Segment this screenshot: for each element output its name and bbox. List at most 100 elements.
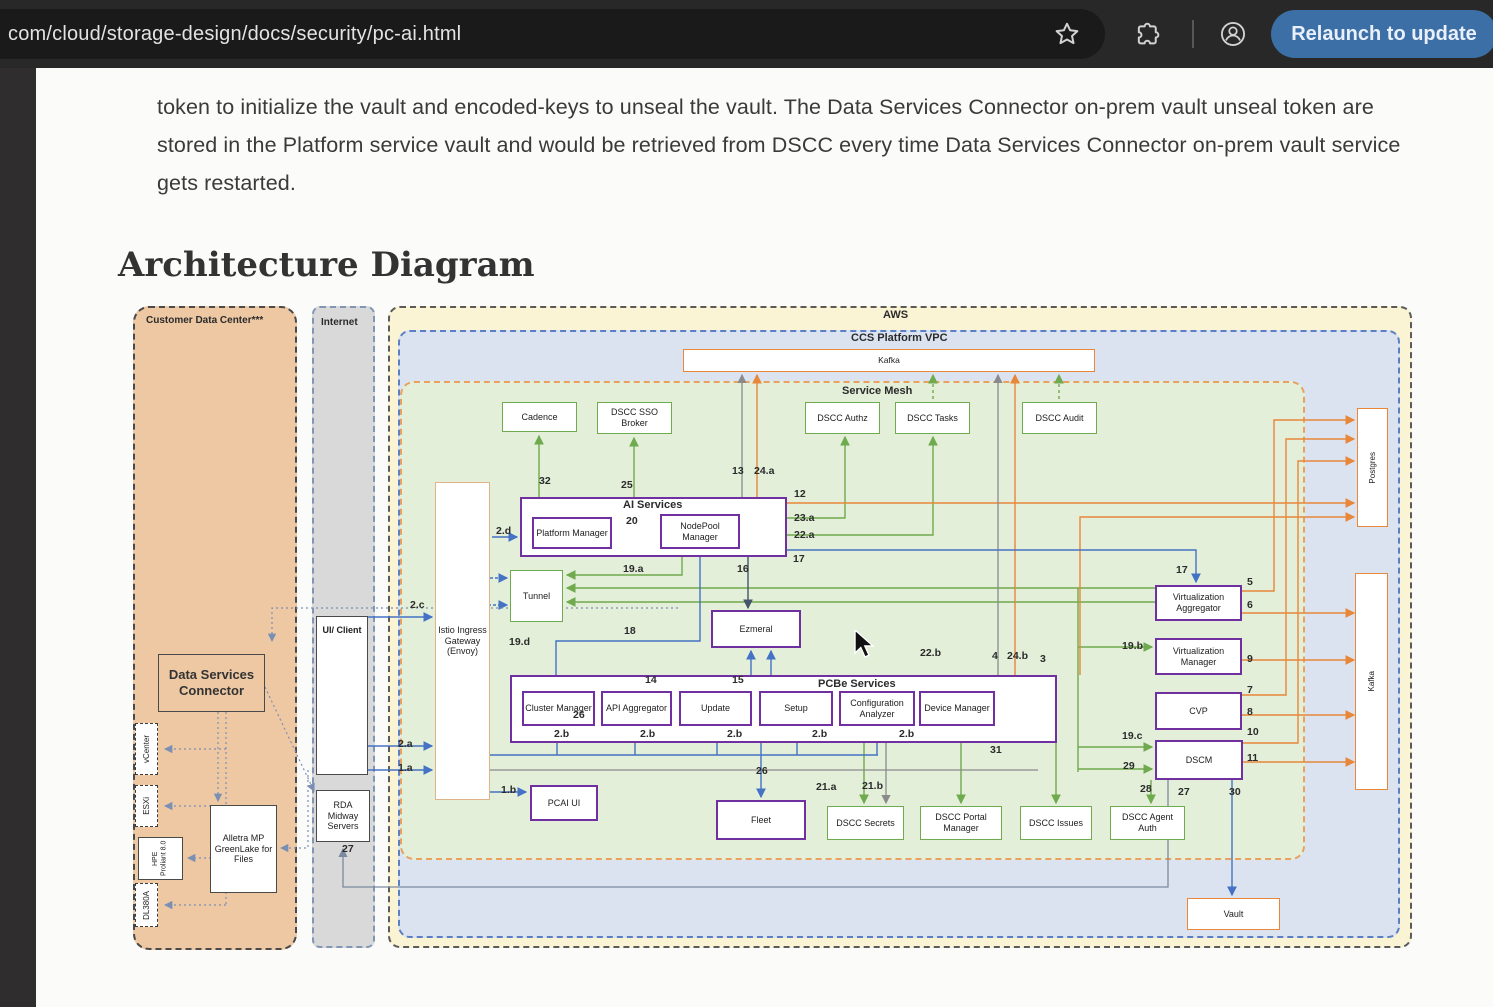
connection-label: 26 [756, 765, 768, 777]
node-esxi: ESXi [135, 785, 158, 827]
connection-label: 22.b [920, 647, 941, 659]
connection-label: 18 [624, 625, 636, 637]
connection-label: 11 [1247, 752, 1258, 764]
node-alletra-mp-greenlake: Alletra MP GreenLake for Files [210, 805, 277, 893]
connection-label: 2.d [496, 525, 511, 537]
node-update: Update [679, 691, 752, 726]
connection-label: 2.b [640, 728, 655, 740]
connection-label: 6 [1247, 599, 1253, 611]
node-data-services-connector: Data Services Connector [158, 654, 265, 712]
node-ui-client: UI/ Client [316, 616, 368, 775]
zone-label-service-mesh: Service Mesh [842, 385, 912, 397]
node-ezmeral: Ezmeral [711, 610, 801, 648]
connection-label: 19.d [509, 636, 530, 648]
connection-label: 10 [1247, 726, 1259, 738]
connection-label: 21.a [816, 781, 836, 793]
connection-label: 5 [1247, 576, 1253, 588]
node-cvp: CVP [1155, 692, 1242, 730]
connection-label: 21.b [862, 780, 883, 792]
node-dscc-tasks: DSCC Tasks [895, 402, 970, 434]
page-title: Architecture Diagram [118, 245, 535, 285]
node-pcai-ui: PCAI UI [530, 785, 598, 821]
connection-label: 29 [1123, 760, 1135, 772]
connection-label: 19.b [1122, 640, 1143, 652]
connection-label: 26 [573, 709, 585, 721]
node-vcenter: vCenter [135, 723, 158, 775]
connection-label: 2.a [398, 738, 413, 750]
connection-label: 8 [1247, 706, 1253, 718]
connection-label: 25 [621, 479, 633, 491]
node-istio-ingress-gateway: Istio Ingress Gateway (Envoy) [435, 482, 490, 800]
node-dscc-sso-broker: DSCC SSO Broker [597, 402, 672, 434]
connection-label: 12 [794, 488, 806, 500]
url-text: com/cloud/storage-design/docs/security/p… [0, 23, 461, 46]
connection-label: 30 [1229, 786, 1241, 798]
connection-label: 17 [1176, 564, 1188, 576]
node-setup: Setup [759, 691, 833, 726]
architecture-diagram: Customer Data Center*** Internet AWS CCS… [118, 295, 1413, 955]
zone-label-customer-dc: Customer Data Center*** [146, 315, 263, 326]
node-device-manager: Device Manager [919, 691, 995, 726]
node-platform-manager: Platform Manager [532, 517, 612, 549]
connection-label: 7 [1247, 684, 1253, 696]
connection-label: 19.a [623, 563, 643, 575]
node-configuration-analyzer: Configuration Analyzer [839, 691, 915, 726]
node-virtualization-aggregator: Virtualization Aggregator [1155, 585, 1242, 621]
node-kafka-top: Kafka [683, 349, 1095, 372]
node-dscc-portal-manager: DSCC Portal Manager [920, 806, 1002, 840]
node-api-aggregator: API Aggregator [601, 691, 672, 726]
connection-label: 2.b [554, 728, 569, 740]
mouse-cursor [853, 630, 879, 658]
profile-icon[interactable] [1219, 20, 1247, 48]
connection-label: 16 [737, 563, 749, 575]
connection-label: 3 [1040, 653, 1046, 665]
connection-label: 1.b [501, 784, 516, 796]
node-virtualization-manager: Virtualization Manager [1155, 638, 1242, 675]
connection-label: 2.b [899, 728, 914, 740]
connection-label: 22.a [794, 529, 814, 541]
connection-label: 2.b [727, 728, 742, 740]
node-dscc-agent-auth: DSCC Agent Auth [1110, 806, 1185, 840]
connection-label: 9 [1247, 653, 1253, 665]
node-hpe-proliant: HPE Proliant 8.0 [138, 837, 183, 880]
node-postgres: Postgres [1357, 408, 1388, 527]
zone-label-internet: Internet [321, 317, 358, 328]
connection-label: 4 [992, 650, 998, 662]
browser-toolbar: com/cloud/storage-design/docs/security/p… [0, 0, 1493, 68]
bookmark-star-icon[interactable] [1053, 20, 1081, 48]
node-dscc-authz: DSCC Authz [805, 402, 880, 434]
connection-label: 14 [645, 674, 657, 686]
connection-label: 27 [1178, 786, 1190, 798]
node-kafka-right: Kafka [1355, 573, 1388, 790]
node-fleet: Fleet [716, 800, 806, 840]
connection-label: 15 [732, 674, 744, 686]
left-dark-panel [0, 68, 36, 1007]
connection-label: 23.a [794, 512, 814, 524]
node-dl380a: DL380A [135, 883, 158, 927]
ai-services-title: AI Services [623, 499, 682, 511]
connection-label: 31 [990, 744, 1002, 756]
body-paragraph: token to initialize the vault and encode… [157, 88, 1429, 202]
connection-label: 24.a [754, 465, 774, 477]
zone-label-aws: AWS [883, 309, 908, 321]
extensions-puzzle-icon[interactable] [1133, 20, 1161, 48]
connection-label: 2.c [410, 599, 425, 611]
url-bar[interactable]: com/cloud/storage-design/docs/security/p… [0, 9, 1105, 59]
connection-label: 20 [626, 515, 638, 527]
connection-label: 2.b [812, 728, 827, 740]
node-dscc-secrets: DSCC Secrets [827, 806, 904, 840]
connection-label: 19.c [1122, 730, 1142, 742]
node-nodepool-manager: NodePool Manager [660, 514, 740, 549]
connection-label: 1.a [398, 762, 413, 774]
relaunch-to-update-button[interactable]: Relaunch to update [1271, 10, 1493, 58]
pcbe-services-title: PCBe Services [818, 678, 896, 690]
node-dscc-audit: DSCC Audit [1022, 402, 1097, 434]
connection-label: 24.b [1007, 650, 1028, 662]
node-rda-midway-servers: RDA Midway Servers [316, 790, 370, 842]
node-cadence: Cadence [502, 402, 577, 432]
connection-label: 27 [342, 843, 354, 855]
connection-label: 32 [539, 475, 551, 487]
node-dscc-issues: DSCC Issues [1020, 806, 1092, 840]
toolbar-divider [1192, 20, 1194, 48]
connection-label: 13 [732, 465, 744, 477]
